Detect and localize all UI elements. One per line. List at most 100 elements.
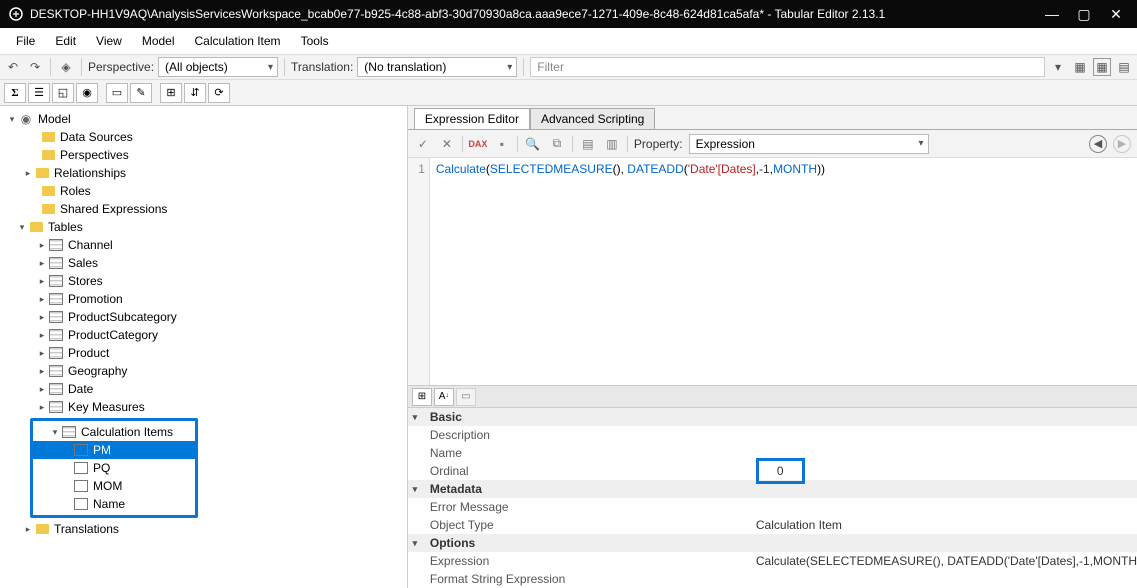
- tree-calcitem-name[interactable]: Name: [33, 495, 195, 513]
- alphabetical-icon[interactable]: A↓: [434, 388, 454, 406]
- find-icon[interactable]: 🔍: [524, 135, 542, 153]
- tree-calcitem-pm[interactable]: PM: [33, 441, 195, 459]
- pg-options[interactable]: ▾Options: [408, 534, 1137, 552]
- tree-perspectives[interactable]: Perspectives: [0, 146, 407, 164]
- tree-model[interactable]: ▾Model: [0, 110, 407, 128]
- undo-icon[interactable]: ↶: [4, 58, 22, 76]
- menu-file[interactable]: File: [6, 32, 45, 50]
- tree-relationships[interactable]: ▸Relationships: [0, 164, 407, 182]
- menu-view[interactable]: View: [86, 32, 132, 50]
- code-content[interactable]: Calculate(SELECTEDMEASURE(), DATEADD('Da…: [430, 158, 831, 385]
- menu-edit[interactable]: Edit: [45, 32, 86, 50]
- perspective-combo[interactable]: (All objects): [158, 57, 278, 77]
- dax-format-icon[interactable]: DAX: [469, 135, 487, 153]
- pg-ordinal[interactable]: Ordinal0: [408, 462, 1137, 480]
- cloud-icon[interactable]: ◉: [76, 83, 98, 103]
- t-calculate: Calculate: [436, 162, 486, 176]
- categorized-icon[interactable]: ⊞: [412, 388, 432, 406]
- pg-row-value[interactable]: 0: [748, 458, 1137, 484]
- tree-translations[interactable]: ▸Translations: [0, 520, 407, 538]
- panel1-icon[interactable]: ▦: [1071, 58, 1089, 76]
- menu-model[interactable]: Model: [132, 32, 185, 50]
- tree-label: Key Measures: [68, 400, 145, 414]
- replace-icon[interactable]: ⧉: [548, 135, 566, 153]
- minimize-button[interactable]: —: [1045, 7, 1059, 21]
- panel3-icon[interactable]: ▤: [1115, 58, 1133, 76]
- redo-icon[interactable]: ↷: [26, 58, 44, 76]
- tree-calcitem-pq[interactable]: PQ: [33, 459, 195, 477]
- folder-icon: [30, 222, 43, 232]
- close-button[interactable]: ✕: [1109, 7, 1123, 21]
- panel2-icon[interactable]: ▦: [1093, 58, 1111, 76]
- tree-table-channel[interactable]: ▸Channel: [0, 236, 407, 254]
- menu-calculation-item[interactable]: Calculation Item: [185, 32, 291, 50]
- t-dateadd: DATEADD: [627, 162, 683, 176]
- pg-header-label: Metadata: [422, 482, 762, 496]
- sort-icon[interactable]: ⇵: [184, 83, 206, 103]
- calcgroup-icon: [61, 425, 77, 439]
- pg-row-value[interactable]: Calculate(SELECTEDMEASURE(), DATEADD('Da…: [748, 554, 1137, 568]
- pg-row-label: Expression: [408, 554, 748, 568]
- pg-error-message[interactable]: Error Message: [408, 498, 1137, 516]
- property-combo[interactable]: Expression: [689, 134, 929, 154]
- tree-shared-expressions[interactable]: Shared Expressions: [0, 200, 407, 218]
- edit-icon[interactable]: ✎: [130, 83, 152, 103]
- outdent-icon[interactable]: ▥: [603, 135, 621, 153]
- cancel-icon[interactable]: ✕: [438, 135, 456, 153]
- nav-forward-icon[interactable]: ▶: [1113, 135, 1131, 153]
- pg-format-string[interactable]: Format String Expression: [408, 570, 1137, 588]
- table-icon: [48, 256, 64, 270]
- sigma-icon[interactable]: Σ: [4, 83, 26, 103]
- tree-label: Tables: [48, 220, 83, 234]
- tree-calcitems[interactable]: ▾Calculation Items: [33, 423, 195, 441]
- tree-table-product[interactable]: ▸Product: [0, 344, 407, 362]
- tab-expression-editor[interactable]: Expression Editor: [414, 108, 530, 129]
- tree-table-date[interactable]: ▸Date: [0, 380, 407, 398]
- menu-tools[interactable]: Tools: [291, 32, 339, 50]
- pg-expression[interactable]: ExpressionCalculate(SELECTEDMEASURE(), D…: [408, 552, 1137, 570]
- perspective-label: Perspective:: [88, 60, 154, 74]
- indent-icon[interactable]: ▤: [579, 135, 597, 153]
- list-icon[interactable]: ☰: [28, 83, 50, 103]
- refresh-icon[interactable]: ⟳: [208, 83, 230, 103]
- maximize-button[interactable]: ▢: [1077, 7, 1091, 21]
- accept-icon[interactable]: ✓: [414, 135, 432, 153]
- comment-icon[interactable]: ▪: [493, 135, 511, 153]
- translation-combo[interactable]: (No translation): [357, 57, 517, 77]
- tree-table-promotion[interactable]: ▸Promotion: [0, 290, 407, 308]
- propertypages-icon[interactable]: ▭: [456, 388, 476, 406]
- filter-input[interactable]: Filter: [530, 57, 1045, 77]
- pg-row-label: Description: [408, 428, 748, 442]
- tree-label: Perspectives: [60, 148, 129, 162]
- hierarchy-icon[interactable]: ◱: [52, 83, 74, 103]
- tree-table-keymeasures[interactable]: ▸Key Measures: [0, 398, 407, 416]
- folder-icon: [36, 168, 49, 178]
- tree-table-sales[interactable]: ▸Sales: [0, 254, 407, 272]
- tree-table-geography[interactable]: ▸Geography: [0, 362, 407, 380]
- nav-back-icon[interactable]: ◀: [1089, 135, 1107, 153]
- pg-basic[interactable]: ▾Basic: [408, 408, 1137, 426]
- folder-icon: [42, 204, 55, 214]
- highlighted-ordinal: 0: [756, 458, 805, 484]
- tree-panel[interactable]: ▾Model Data Sources Perspectives ▸Relati…: [0, 106, 408, 588]
- code-editor[interactable]: 1 Calculate(SELECTEDMEASURE(), DATEADD('…: [408, 158, 1137, 386]
- tree-roles[interactable]: Roles: [0, 182, 407, 200]
- pg-description[interactable]: Description: [408, 426, 1137, 444]
- columns-icon[interactable]: ⊞: [160, 83, 182, 103]
- property-grid[interactable]: ▾Basic Description Name Ordinal0 ▾Metada…: [408, 408, 1137, 588]
- cube-icon[interactable]: ◈: [57, 58, 75, 76]
- pg-row-label: Format String Expression: [408, 572, 748, 586]
- tab-advanced-scripting[interactable]: Advanced Scripting: [530, 108, 655, 129]
- filter-icon[interactable]: ▾: [1049, 58, 1067, 76]
- pg-object-type[interactable]: Object TypeCalculation Item: [408, 516, 1137, 534]
- pg-row-label: Name: [408, 446, 748, 460]
- tree-datasources[interactable]: Data Sources: [0, 128, 407, 146]
- tree-calcitem-mom[interactable]: MOM: [33, 477, 195, 495]
- editor-tabs: Expression Editor Advanced Scripting: [408, 106, 1137, 130]
- tree-table-productcat[interactable]: ▸ProductCategory: [0, 326, 407, 344]
- tree-tables[interactable]: ▾Tables: [0, 218, 407, 236]
- tree-table-productsub[interactable]: ▸ProductSubcategory: [0, 308, 407, 326]
- tree-table-stores[interactable]: ▸Stores: [0, 272, 407, 290]
- t-ref: 'Date'[Dates]: [688, 162, 756, 176]
- folder-icon-btn[interactable]: ▭: [106, 83, 128, 103]
